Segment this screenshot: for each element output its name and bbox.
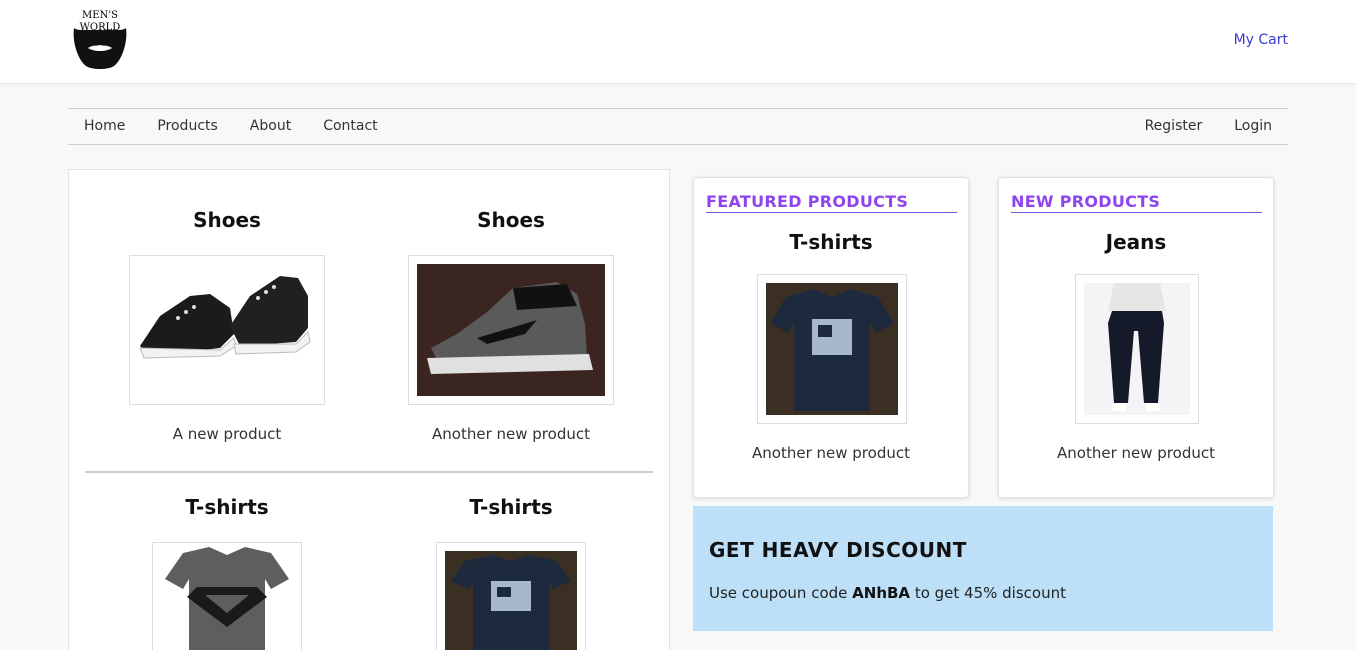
high-top-shoe-image[interactable] [408,255,614,405]
site-logo[interactable]: MEN'S WORLD [70,8,130,72]
nav-about[interactable]: About [250,118,291,134]
sneakers-image[interactable] [129,255,325,405]
nav-products[interactable]: Products [157,118,217,134]
navy-graphic-tshirt-image[interactable] [436,542,586,650]
featured-product-title: T-shirts [789,230,873,254]
discount-banner: GET HEAVY DISCOUNT Use coupoun code ANhB… [693,506,1273,631]
nav-right-group: Register Login [1113,118,1272,134]
featured-product-description: Another new product [752,444,910,462]
product-grid: Shoes A new product Shoes Another new pr… [68,169,670,650]
product-card[interactable]: Shoes Another new product [391,208,631,443]
product-card[interactable]: T-shirts [391,495,631,650]
new-products-heading: NEW PRODUCTS [1011,192,1262,213]
top-header: MEN'S WORLD My Cart [0,0,1356,84]
nav-left-group: Home Products About Contact [84,118,410,134]
navy-graphic-tshirt-image[interactable] [757,274,907,424]
discount-title: GET HEAVY DISCOUNT [709,538,967,562]
discount-text: Use coupoun code ANhBA to get 45% discou… [709,584,1066,602]
discount-text-before: Use coupoun code [709,584,853,602]
product-description: Another new product [432,425,590,443]
featured-products-card: FEATURED PRODUCTS T-shirts Another new p… [693,177,969,498]
my-cart-link[interactable]: My Cart [1234,32,1288,48]
product-title: Shoes [193,208,261,232]
featured-products-heading: FEATURED PRODUCTS [706,192,957,213]
nav-contact[interactable]: Contact [323,118,377,134]
coupon-code: ANhBA [852,584,911,602]
new-product-title: Jeans [1105,230,1167,254]
main-navigation: Home Products About Contact Register Log… [68,108,1288,145]
nav-home[interactable]: Home [84,118,125,134]
new-product-description: Another new product [1057,444,1215,462]
new-products-card: NEW PRODUCTS Jeans Another new product [998,177,1274,498]
product-title: T-shirts [185,495,269,519]
product-description: A new product [172,425,282,443]
grid-divider [85,471,653,473]
superman-batman-tshirt-image[interactable] [152,542,302,650]
product-card[interactable]: T-shirts [107,495,347,650]
product-title: Shoes [477,208,545,232]
discount-text-after: to get 45% discount [910,584,1066,602]
product-card[interactable]: Shoes A new product [107,208,347,443]
nav-login[interactable]: Login [1234,118,1272,134]
logo-text-line1: MEN'S [82,10,118,21]
dark-jeans-image[interactable] [1075,274,1199,424]
logo-text-line2: WORLD [79,22,121,33]
product-title: T-shirts [469,495,553,519]
nav-register[interactable]: Register [1145,118,1203,134]
